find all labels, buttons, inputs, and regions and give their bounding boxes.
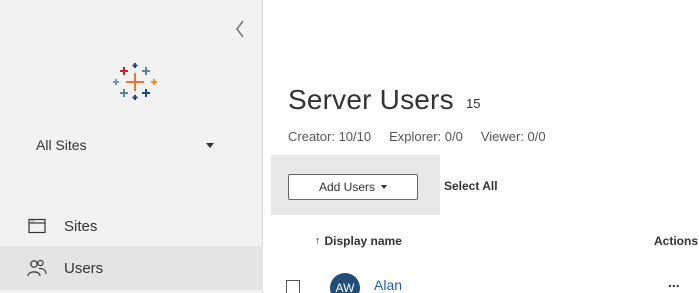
main-content: Server Users 15 Creator: 10/10 Explorer:… [264,0,699,293]
creator-licenses: Creator: 10/10 [288,129,372,144]
table-row: AW Alan ... [264,270,699,293]
chevron-left-icon [236,20,244,38]
page-title: Server Users [288,84,454,115]
user-count-badge: 15 [466,96,481,111]
sidebar-item-label: Users [64,259,104,277]
collapse-sidebar-button[interactable] [232,18,248,40]
viewer-licenses: Viewer: 0/0 [480,129,546,144]
user-name-link[interactable]: Alan [374,277,402,293]
tableau-logo-icon[interactable] [112,63,158,101]
site-selector[interactable]: All Sites [36,132,226,158]
avatar: AW [330,273,360,293]
sort-arrow-icon: ↑ [315,235,321,247]
sidebar: All Sites Sites Users [0,0,263,293]
sidebar-item-label: Sites [64,217,98,235]
column-header-display-name[interactable]: ↑ Display name [315,234,402,248]
column-label: Display name [324,234,402,248]
column-header-actions: Actions [654,234,699,248]
sidebar-item-sites[interactable]: Sites [0,204,263,248]
users-icon [27,258,47,278]
row-checkbox[interactable] [286,280,300,293]
add-users-label: Add Users [318,180,376,194]
caret-down-icon [381,185,388,189]
site-selector-value: All Sites [36,137,87,153]
explorer-licenses: Explorer: 0/0 [389,129,463,144]
add-users-button[interactable]: Add Users [288,174,418,200]
sidebar-item-users[interactable]: Users [0,246,263,290]
license-summary: Creator: 10/10 Explorer: 0/0 Viewer: 0/0 [288,129,564,144]
caret-down-icon [206,142,214,148]
window-icon [27,216,47,236]
row-actions-button[interactable]: ... [668,274,680,290]
select-all-link[interactable]: Select All [444,179,498,193]
